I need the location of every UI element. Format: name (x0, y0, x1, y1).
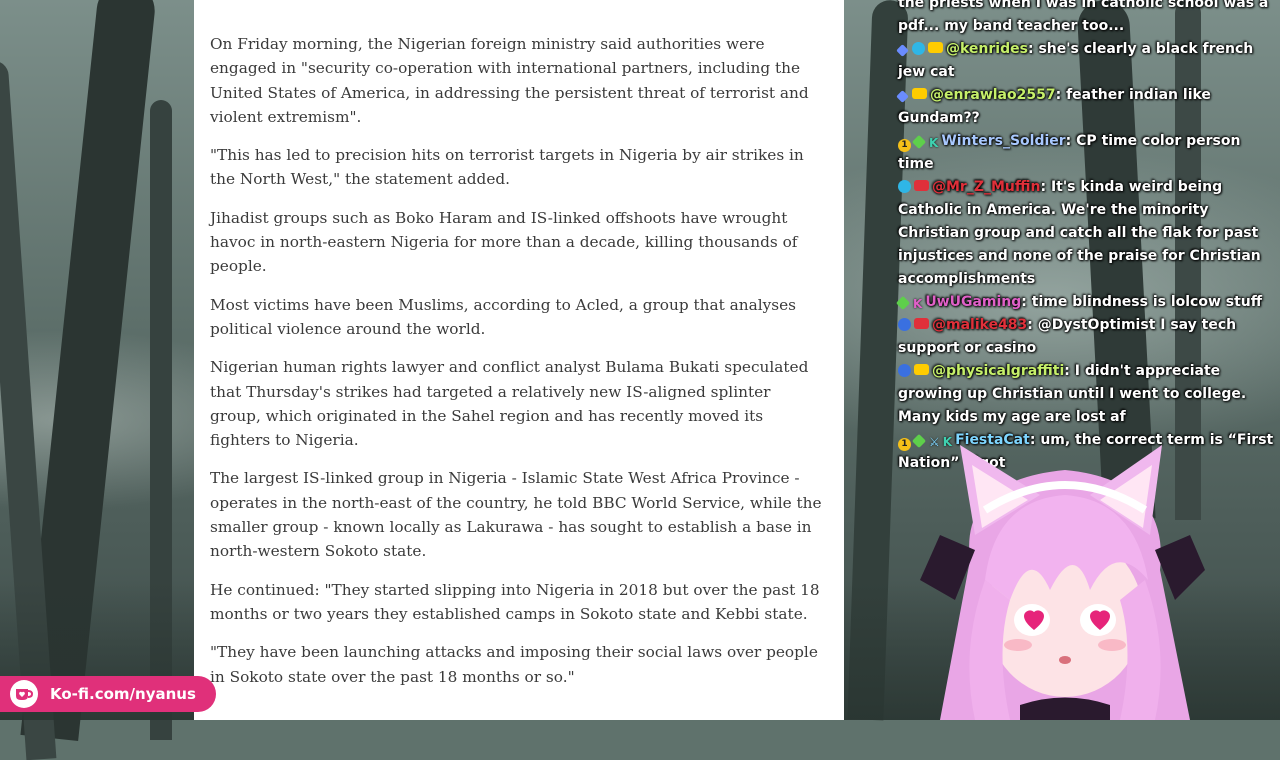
chat-username[interactable]: Winters_Soldier (941, 133, 1065, 149)
article-paragraph: He continued: "They started slipping int… (210, 580, 820, 623)
live-chat-overlay: the priests when I was in catholic schoo… (895, 0, 1280, 475)
star-icon (898, 180, 911, 193)
star-icon (912, 42, 925, 55)
article-paragraph: Jihadist groups such as Boko Haram and I… (210, 208, 798, 276)
chat-username[interactable]: @physicalgraffiti (932, 363, 1064, 379)
article-paragraph: Most victims have been Muslims, accordin… (210, 295, 797, 338)
article-paragraph: On Friday morning, the Nigerian foreign … (210, 35, 809, 126)
tool-icon (896, 44, 909, 57)
youtube-icon (928, 42, 943, 53)
vtuber-avatar (920, 445, 1205, 720)
blue-icon (898, 318, 911, 331)
one-icon: 1 (898, 139, 911, 152)
chat-message: @kenrides: she's clearly a black french … (896, 41, 1254, 80)
chat-username[interactable]: @Mr_Z_Muffin (932, 179, 1040, 195)
chat-username[interactable]: @malike483 (932, 317, 1027, 333)
article-paragraph: "They have been launching attacks and im… (210, 643, 818, 686)
chat-text: It's kinda weird being Catholic in Ameri… (898, 179, 1261, 287)
k-pink-icon: K (913, 297, 923, 311)
kofi-cup-icon (10, 680, 38, 708)
youtube-red-icon (914, 318, 929, 329)
chat-message: 1 K Winters_Soldier: CP time color person … (898, 133, 1241, 172)
youtube-icon (912, 88, 927, 99)
sparkle-icon (911, 134, 927, 150)
chat-message: @physicalgraffiti: I didn't appreciate g… (898, 363, 1247, 425)
tool-icon (896, 90, 909, 103)
sparkle-icon (895, 295, 911, 311)
youtube-icon (914, 364, 929, 375)
article-paragraph: The largest IS-linked group in Nigeria -… (210, 469, 822, 561)
chat-message: @malike483: @DystOptimist I say tech sup… (898, 317, 1237, 356)
kofi-link-text: Ko-fi.com/nyanus (50, 685, 196, 703)
blue-icon (898, 364, 911, 377)
article-paragraph: "This has led to precision hits on terro… (210, 146, 804, 189)
k-icon: K (929, 136, 939, 150)
kofi-banner[interactable]: Ko-fi.com/nyanus (0, 676, 216, 712)
chat-message: the priests when I was in catholic schoo… (898, 0, 1280, 38)
chat-username[interactable]: UwUGaming (925, 294, 1021, 310)
youtube-red-icon (914, 180, 929, 191)
chat-message: @Mr_Z_Muffin: It's kinda weird being Cat… (898, 179, 1261, 287)
chat-username[interactable]: @kenrides (946, 41, 1028, 57)
chat-message: K UwUGaming: time blindness is lolcow stu… (895, 291, 1280, 314)
chat-text: time blindness is lolcow stuff (1031, 294, 1263, 310)
chat-text: the priests when I was in catholic schoo… (898, 0, 1269, 34)
chat-message: @enrawlao2557: feather indian like Gunda… (896, 87, 1211, 126)
article-paragraph: Nigerian human rights lawyer and conflic… (210, 358, 809, 450)
news-article: On Friday morning, the Nigerian foreign … (194, 0, 844, 720)
chat-username[interactable]: @enrawlao2557 (930, 87, 1056, 103)
